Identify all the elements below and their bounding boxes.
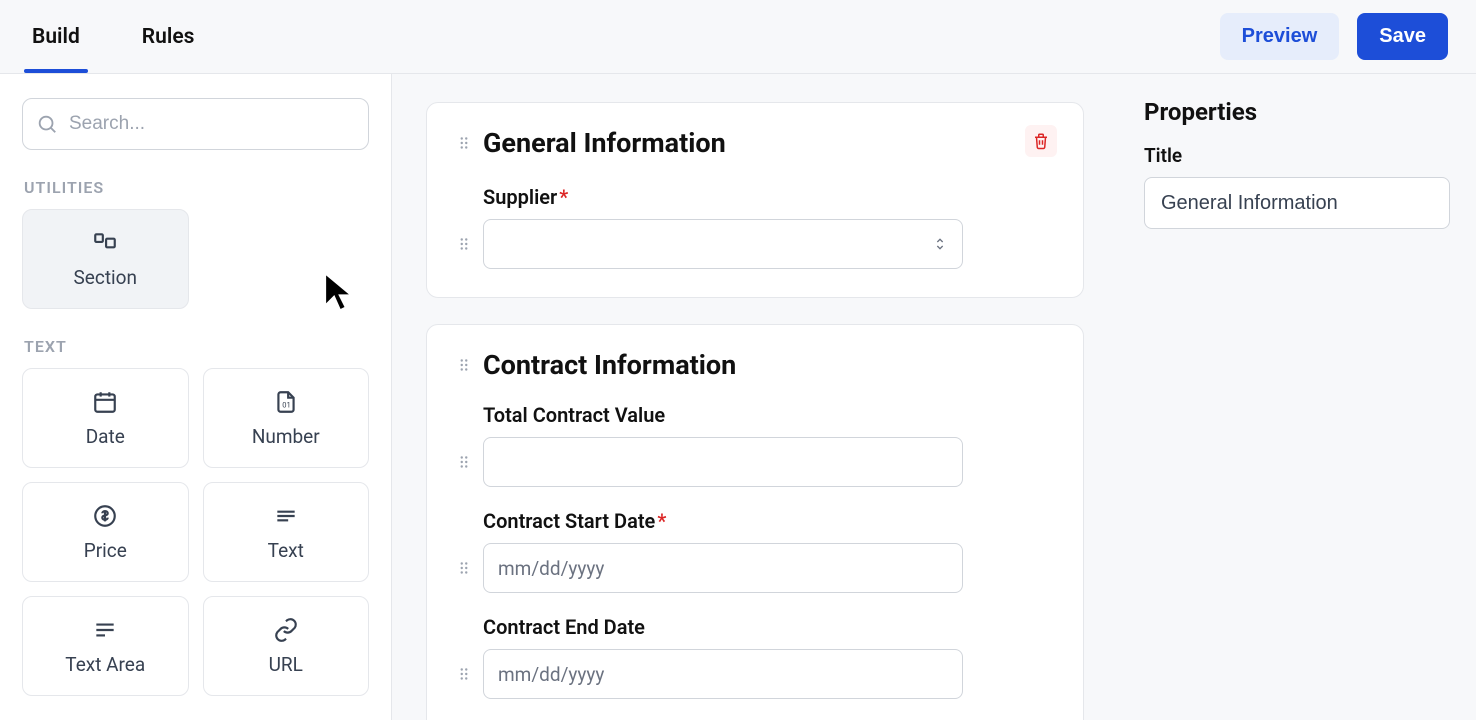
trash-icon bbox=[1032, 132, 1050, 150]
block-section-label: Section bbox=[74, 266, 137, 289]
total-value-input[interactable] bbox=[483, 437, 963, 487]
supplier-label: Supplier* bbox=[483, 185, 963, 209]
block-text-label: Text bbox=[268, 539, 304, 562]
topbar-actions: Preview Save bbox=[1220, 13, 1448, 60]
topbar: Build Rules Preview Save bbox=[0, 0, 1476, 74]
drag-handle-icon[interactable] bbox=[455, 235, 473, 253]
drag-handle-icon[interactable] bbox=[455, 559, 473, 577]
block-url[interactable]: URL bbox=[203, 596, 370, 696]
preview-button[interactable]: Preview bbox=[1220, 13, 1340, 60]
save-button[interactable]: Save bbox=[1357, 13, 1448, 60]
dollar-icon bbox=[92, 503, 118, 529]
field-contract-end-date: Contract End Date mm/dd/yyyy bbox=[455, 615, 1055, 699]
supplier-select[interactable] bbox=[483, 219, 963, 269]
properties-panel: Properties Title bbox=[1118, 74, 1476, 720]
group-utilities-label: UTILITIES bbox=[24, 178, 369, 197]
section-header: General Information bbox=[455, 127, 1055, 159]
svg-text:01: 01 bbox=[282, 400, 291, 409]
tabs: Build Rules bbox=[28, 0, 198, 73]
required-mark: * bbox=[559, 185, 568, 209]
end-date-input[interactable]: mm/dd/yyyy bbox=[483, 649, 963, 699]
blocks-utilities: Section bbox=[22, 209, 369, 309]
main: UTILITIES Section TEXT Date 01 Numb bbox=[0, 74, 1476, 720]
block-text[interactable]: Text bbox=[203, 482, 370, 582]
block-date[interactable]: Date bbox=[22, 368, 189, 468]
textarea-icon bbox=[92, 617, 118, 643]
search-input[interactable] bbox=[22, 98, 369, 150]
number-file-icon: 01 bbox=[273, 389, 299, 415]
search-wrap bbox=[22, 98, 369, 150]
tab-build[interactable]: Build bbox=[28, 0, 84, 73]
blocks-text: Date 01 Number Price Text bbox=[22, 368, 369, 696]
start-date-label: Contract Start Date* bbox=[483, 509, 963, 533]
drag-handle-icon[interactable] bbox=[455, 665, 473, 683]
start-date-input[interactable]: mm/dd/yyyy bbox=[483, 543, 963, 593]
prop-title-label: Title bbox=[1144, 144, 1450, 167]
section-icon bbox=[92, 230, 118, 256]
end-date-placeholder: mm/dd/yyyy bbox=[498, 663, 604, 686]
block-price[interactable]: Price bbox=[22, 482, 189, 582]
drag-handle-icon[interactable] bbox=[455, 356, 473, 374]
drag-handle-icon[interactable] bbox=[455, 453, 473, 471]
field-supplier: Supplier* bbox=[455, 185, 1055, 269]
drag-handle-icon[interactable] bbox=[455, 134, 473, 152]
chevrons-up-down-icon bbox=[932, 234, 948, 254]
prop-title-input[interactable] bbox=[1144, 177, 1450, 229]
text-icon bbox=[273, 503, 299, 529]
section-title: General Information bbox=[483, 127, 726, 159]
properties-title: Properties bbox=[1144, 98, 1450, 126]
section-header: Contract Information bbox=[455, 349, 1055, 381]
link-icon bbox=[273, 617, 299, 643]
calendar-icon bbox=[92, 389, 118, 415]
block-section[interactable]: Section bbox=[22, 209, 189, 309]
field-contract-start-date: Contract Start Date* mm/dd/yyyy bbox=[455, 509, 1055, 593]
delete-section-button[interactable] bbox=[1025, 125, 1057, 157]
search-icon bbox=[36, 113, 58, 135]
end-date-label: Contract End Date bbox=[483, 615, 963, 639]
block-textarea[interactable]: Text Area bbox=[22, 596, 189, 696]
sidebar: UTILITIES Section TEXT Date 01 Numb bbox=[0, 74, 392, 720]
group-text-label: TEXT bbox=[24, 337, 369, 356]
tab-rules[interactable]: Rules bbox=[138, 0, 199, 73]
block-number[interactable]: 01 Number bbox=[203, 368, 370, 468]
required-mark: * bbox=[657, 509, 666, 533]
block-url-label: URL bbox=[269, 653, 303, 676]
block-date-label: Date bbox=[86, 425, 125, 448]
field-total-contract-value: Total Contract Value bbox=[455, 403, 1055, 487]
block-price-label: Price bbox=[84, 539, 127, 562]
section-general-information[interactable]: General Information Supplier* bbox=[426, 102, 1084, 298]
section-contract-information[interactable]: Contract Information Total Contract Valu… bbox=[426, 324, 1084, 720]
total-value-label: Total Contract Value bbox=[483, 403, 963, 427]
section-title: Contract Information bbox=[483, 349, 736, 381]
canvas: General Information Supplier* bbox=[392, 74, 1118, 720]
start-date-placeholder: mm/dd/yyyy bbox=[498, 557, 604, 580]
block-textarea-label: Text Area bbox=[65, 653, 145, 676]
block-number-label: Number bbox=[252, 425, 320, 448]
